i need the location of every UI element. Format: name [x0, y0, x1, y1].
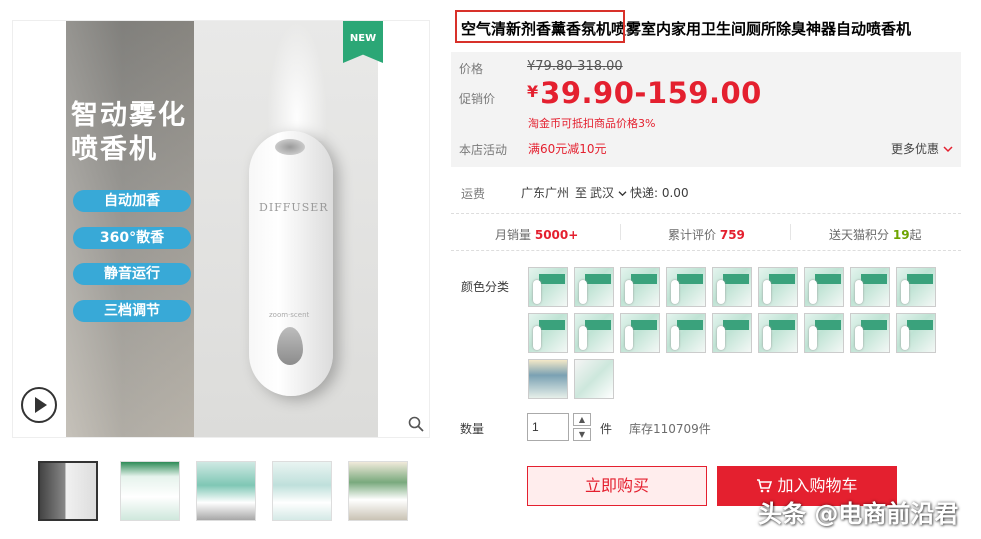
shipping-to-word: 至 [575, 186, 588, 200]
shipping-destination: 武汉 [590, 186, 615, 200]
quantity-increase-button[interactable]: ▲ [573, 413, 591, 426]
thumbnail-4[interactable] [272, 461, 332, 521]
tmall-points: 送天猫积分 19起 [829, 226, 922, 243]
stat-separator [620, 224, 621, 240]
more-offers-label: 更多优惠 [891, 142, 940, 156]
headline-line-1: 智动雾化 [71, 100, 187, 131]
color-swatch[interactable] [896, 267, 936, 307]
chevron-down-icon [618, 191, 627, 197]
color-swatch[interactable] [620, 313, 660, 353]
play-video-icon[interactable] [21, 387, 57, 423]
quantity-input[interactable] [527, 413, 569, 441]
points-suffix: 起 [909, 228, 922, 242]
chevron-down-icon [943, 146, 953, 153]
quantity-unit: 件 [600, 422, 613, 436]
points-value: 19 [892, 228, 910, 242]
color-swatch[interactable] [528, 267, 568, 307]
shipping-destination-select[interactable]: 武汉 [590, 184, 627, 201]
currency-symbol: ¥ [527, 82, 539, 101]
promo-price-value: 39.90-159.00 [540, 76, 762, 110]
stock-count: 库存110709件 [629, 422, 711, 436]
shipping-from: 广东广州 [521, 186, 570, 200]
color-swatch[interactable] [850, 267, 890, 307]
device-small-text: zoom·scent [269, 311, 310, 319]
original-price: ¥79.80-318.00 [527, 59, 623, 74]
headline-line-2: 喷香机 [71, 134, 158, 165]
add-to-cart-label: 加入购物车 [777, 476, 858, 495]
feature-pill: 360°散香 [73, 227, 191, 249]
color-swatch[interactable] [528, 359, 568, 399]
reviews-value: 759 [719, 228, 745, 242]
price-label: 价格 [459, 62, 484, 76]
promo-price-label: 促销价 [459, 92, 496, 106]
zoom-icon[interactable] [408, 416, 424, 436]
monthly-sales: 月销量 5000+ [495, 226, 578, 243]
color-swatch[interactable] [574, 267, 614, 307]
thumbnail-5[interactable] [348, 461, 408, 521]
reviews-label: 累计评价 [668, 228, 717, 242]
divider [451, 213, 961, 214]
quantity-decrease-button[interactable]: ▼ [573, 428, 591, 441]
mist-graphic [267, 21, 327, 141]
thumbnail-1[interactable] [38, 461, 98, 521]
store-activity-value: 满60元减10元 [528, 142, 607, 156]
device-brand-text: DIFFUSER [259, 201, 329, 214]
more-offers-link[interactable]: 更多优惠 [891, 140, 953, 157]
color-swatch[interactable] [804, 267, 844, 307]
color-options-label: 颜色分类 [461, 280, 510, 294]
color-swatch[interactable] [804, 313, 844, 353]
image-headline: 智动雾化 喷香机 [71, 99, 187, 167]
buy-now-button[interactable]: 立即购买 [527, 466, 707, 506]
color-swatch[interactable] [712, 267, 752, 307]
total-reviews[interactable]: 累计评价 759 [668, 226, 745, 243]
thumbnail-2[interactable] [120, 461, 180, 521]
diffuser-device-graphic: DIFFUSER zoom·scent [249, 131, 333, 396]
stat-separator [790, 224, 791, 240]
promo-price: ¥39.90-159.00 [527, 76, 762, 110]
feature-pill: 三档调节 [73, 300, 191, 322]
watermark: 头条 @电商前沿君 [758, 500, 959, 528]
color-swatch[interactable] [528, 313, 568, 353]
shipping-express: 快递: 0.00 [630, 186, 689, 200]
quantity-label: 数量 [460, 422, 485, 436]
color-swatch[interactable] [666, 267, 706, 307]
divider [451, 250, 961, 251]
color-swatch[interactable] [574, 359, 614, 399]
monthly-sales-value: 5000+ [534, 228, 579, 242]
main-product-image[interactable]: DIFFUSER zoom·scent 智动雾化 喷香机 自动加香 360°散香… [12, 20, 430, 438]
feature-pill: 静音运行 [73, 263, 191, 285]
color-swatch[interactable] [758, 267, 798, 307]
color-swatch[interactable] [666, 313, 706, 353]
color-swatch[interactable] [896, 313, 936, 353]
color-swatch[interactable] [574, 313, 614, 353]
points-prefix: 送天猫积分 [829, 228, 890, 242]
monthly-sales-label: 月销量 [495, 228, 532, 242]
color-swatch[interactable] [758, 313, 798, 353]
shipping-label: 运费 [461, 187, 486, 201]
coin-deduction-note[interactable]: 淘金币可抵扣商品价格3% [528, 115, 655, 131]
store-activity-label: 本店活动 [459, 143, 508, 157]
color-swatch[interactable] [712, 313, 752, 353]
thumbnail-3[interactable] [196, 461, 256, 521]
title-highlight-box [455, 10, 625, 43]
color-swatch[interactable] [620, 267, 660, 307]
cart-icon [757, 479, 773, 493]
color-swatch[interactable] [850, 313, 890, 353]
feature-pill: 自动加香 [73, 190, 191, 212]
